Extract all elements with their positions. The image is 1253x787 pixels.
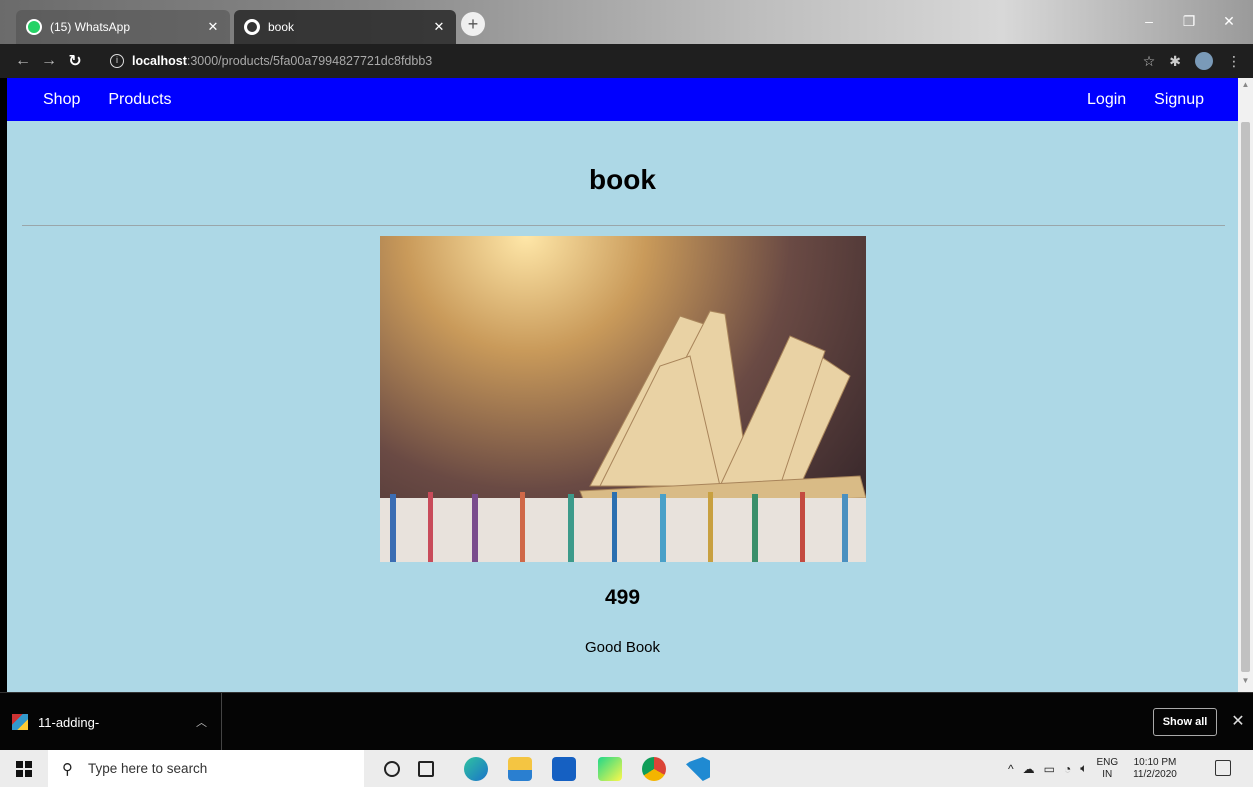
pycharm-icon[interactable] xyxy=(598,757,622,781)
volume-icon[interactable]: 🔈︎ xyxy=(1080,761,1087,776)
nav-link-login[interactable]: Login xyxy=(1073,91,1140,109)
address-bar: ← → ↻ i localhost:3000/products/5fa00a79… xyxy=(0,44,1253,78)
lang-code: ENG xyxy=(1096,756,1119,768)
extensions-icon[interactable]: ✱ xyxy=(1169,53,1181,70)
vscode-icon[interactable] xyxy=(686,757,710,781)
product-detail: book 499 Good Book xyxy=(7,121,1238,692)
lang-region: IN xyxy=(1102,768,1113,780)
new-tab-button[interactable]: + xyxy=(461,12,485,36)
window-close-button[interactable]: ✕ xyxy=(1209,6,1249,36)
show-all-button[interactable]: Show all xyxy=(1153,708,1217,736)
maximize-button[interactable]: ❐ xyxy=(1169,6,1209,36)
product-title: book xyxy=(589,164,656,195)
more-menu-icon[interactable]: ⋮ xyxy=(1227,53,1241,70)
tab-book[interactable]: book ✕ xyxy=(234,10,456,44)
windows-start-icon[interactable] xyxy=(16,761,32,777)
windows-taskbar: ⚲ Type here to search ^ ☁ ▭ ◔ 🔈︎ ENG IN … xyxy=(0,750,1253,787)
star-icon[interactable]: ☆ xyxy=(1143,53,1156,70)
reload-icon[interactable]: ↻ xyxy=(62,51,88,71)
tab-label: (15) WhatsApp xyxy=(50,20,131,34)
page-viewport: Shop Products Login Signup book 499 Good… xyxy=(0,78,1253,692)
download-bar: 11-adding- ︿ Show all ✕ xyxy=(0,692,1253,751)
edge-icon[interactable] xyxy=(464,757,488,781)
taskbar-search[interactable]: ⚲ Type here to search xyxy=(48,750,364,787)
download-filename: 11-adding- xyxy=(38,714,100,730)
nav-link-shop[interactable]: Shop xyxy=(29,91,94,109)
minimize-button[interactable]: – xyxy=(1129,6,1169,36)
site-navbar: Shop Products Login Signup xyxy=(7,78,1238,121)
profile-avatar[interactable] xyxy=(1195,52,1213,70)
clock[interactable]: 10:10 PM 11/2/2020 xyxy=(1133,757,1177,781)
nav-right: Login Signup xyxy=(1073,91,1218,109)
mail-icon[interactable] xyxy=(552,757,576,781)
close-icon[interactable]: ✕ xyxy=(1228,708,1248,736)
scroll-up-arrow-icon[interactable]: ▲ xyxy=(1238,80,1253,94)
notification-icon[interactable] xyxy=(1215,760,1231,776)
nav-link-signup[interactable]: Signup xyxy=(1140,91,1218,109)
language-indicator[interactable]: ENG IN xyxy=(1096,757,1118,781)
clock-time: 10:10 PM xyxy=(1133,756,1177,768)
search-placeholder: Type here to search xyxy=(88,761,208,776)
system-tray: ^ ☁ ▭ ◔ 🔈︎ ENG IN 10:10 PM 11/2/2020 xyxy=(1008,750,1177,787)
forward-arrow-icon[interactable]: → xyxy=(36,52,62,70)
url-host: localhost xyxy=(132,54,187,68)
file-explorer-icon[interactable] xyxy=(508,757,532,781)
nav-link-products[interactable]: Products xyxy=(94,91,185,109)
scroll-down-arrow-icon[interactable]: ▼ xyxy=(1238,676,1253,690)
download-item[interactable]: 11-adding- ︿ xyxy=(12,693,222,751)
chevron-up-icon[interactable]: ︿ xyxy=(196,714,207,730)
clock-date: 11/2/2020 xyxy=(1133,768,1177,780)
archive-icon xyxy=(12,714,28,730)
close-icon[interactable]: ✕ xyxy=(206,19,220,35)
divider xyxy=(22,225,1225,226)
cortana-icon[interactable] xyxy=(384,761,400,777)
cloud-icon[interactable]: ☁ xyxy=(1023,762,1035,776)
chevron-up-icon[interactable]: ^ xyxy=(1008,762,1014,776)
search-icon: ⚲ xyxy=(62,760,73,778)
product-description: Good Book xyxy=(584,639,661,656)
tab-label: book xyxy=(268,20,295,34)
battery-icon[interactable]: ▭ xyxy=(1044,762,1055,776)
book-illustration xyxy=(380,310,866,562)
toolbar-actions: ☆ ✱ ⋮ xyxy=(1143,52,1241,70)
url-field[interactable]: i localhost:3000/products/5fa00a79948277… xyxy=(110,50,1120,72)
chrome-icon[interactable] xyxy=(642,757,666,781)
browser-titlebar: (15) WhatsApp ✕ book ✕ + – ❐ ✕ xyxy=(0,0,1253,44)
globe-icon xyxy=(244,19,260,35)
page-scrollbar[interactable]: ▲ ▼ xyxy=(1238,78,1253,692)
task-view-icon[interactable] xyxy=(418,761,434,777)
tab-whatsapp[interactable]: (15) WhatsApp ✕ xyxy=(16,10,230,44)
url-path: :3000/products/5fa00a7994827721dc8fdbb3 xyxy=(186,54,433,68)
info-icon[interactable]: i xyxy=(110,54,124,68)
product-price: 499 xyxy=(604,586,641,609)
nav-left: Shop Products xyxy=(29,91,186,109)
close-icon[interactable]: ✕ xyxy=(432,19,446,35)
wifi-icon[interactable]: ◔ xyxy=(1064,762,1071,776)
whatsapp-icon xyxy=(26,19,42,35)
scroll-thumb[interactable] xyxy=(1241,122,1250,672)
open-book-image xyxy=(380,236,866,562)
back-arrow-icon[interactable]: ← xyxy=(10,52,36,70)
